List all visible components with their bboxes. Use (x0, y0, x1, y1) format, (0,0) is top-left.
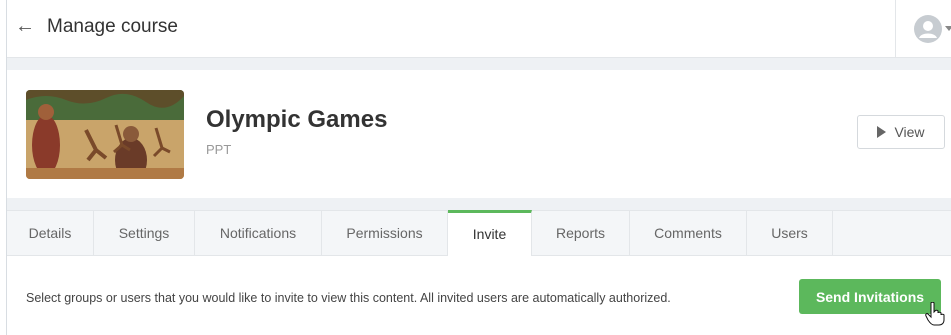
invite-description: Select groups or users that you would li… (26, 291, 671, 305)
tab-label: Details (28, 225, 72, 241)
course-title: Olympic Games (206, 106, 388, 133)
thumbnail-artwork (26, 90, 184, 179)
header-divider (895, 0, 896, 58)
arrow-left-icon[interactable]: ← (15, 15, 37, 37)
view-button-label: View (894, 124, 925, 140)
tab-notifications[interactable]: Notifications (195, 211, 322, 255)
course-thumbnail (26, 90, 184, 179)
page-title: Manage course (47, 16, 178, 37)
tab-comments[interactable]: Comments (630, 211, 747, 255)
send-invitations-button[interactable]: Send Invitations (799, 279, 941, 314)
course-type-label: PPT (206, 142, 232, 157)
tab-users[interactable]: Users (747, 211, 833, 255)
section-separator (7, 58, 951, 70)
app-frame: ← Manage course Olympic Games PPT View D… (6, 0, 951, 335)
tab-label: Reports (555, 225, 606, 241)
tab-label: Comments (654, 225, 722, 241)
tab-reports[interactable]: Reports (532, 211, 630, 255)
user-avatar-icon[interactable] (913, 14, 943, 44)
tab-details[interactable]: Details (7, 211, 94, 255)
hand-cursor-icon (925, 302, 945, 326)
tab-bar: Details Settings Notifications Permissio… (7, 210, 951, 256)
play-icon (877, 126, 887, 138)
tab-label: Notifications (219, 225, 297, 241)
tab-invite[interactable]: Invite (448, 210, 532, 256)
tab-label: Users (771, 225, 808, 241)
chevron-down-icon[interactable] (945, 26, 951, 31)
tab-label: Invite (472, 225, 507, 242)
tab-settings[interactable]: Settings (94, 211, 195, 255)
course-info-panel: Olympic Games PPT View (7, 70, 951, 210)
page-header: ← Manage course (7, 0, 951, 58)
tab-label: Settings (118, 225, 170, 241)
tab-permissions[interactable]: Permissions (322, 211, 448, 255)
section-separator (7, 198, 951, 210)
view-button[interactable]: View (857, 115, 945, 149)
tab-label: Permissions (346, 225, 423, 241)
invite-panel: Select groups or users that you would li… (7, 256, 951, 335)
